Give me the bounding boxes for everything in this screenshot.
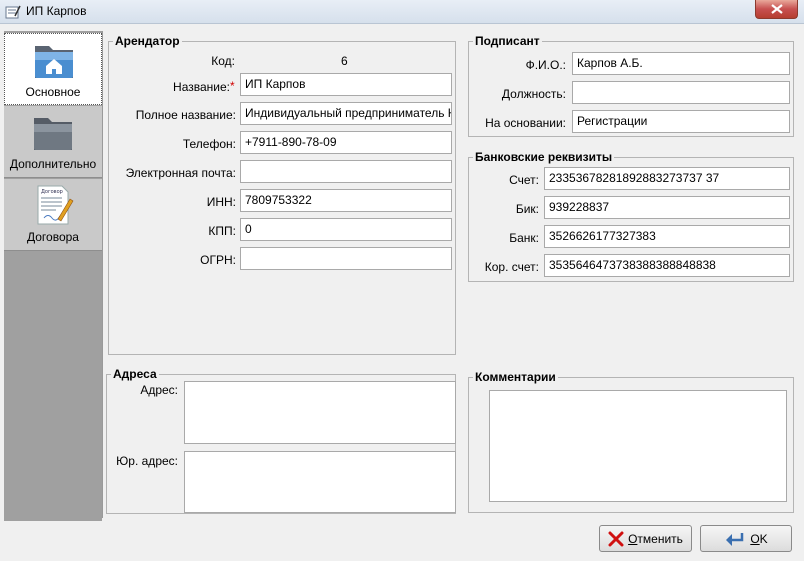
inn-field[interactable]: 7809753322 — [240, 189, 452, 212]
address-label: Адрес: — [140, 383, 178, 397]
nav-item-label: Дополнительно — [9, 157, 97, 171]
signatory-group: Подписант Ф.И.О.: Карпов А.Б. Должность:… — [468, 34, 794, 137]
bik-label: Бик: — [515, 202, 539, 216]
basis-field[interactable]: Регистрации — [572, 110, 790, 133]
phone-label: Телефон: — [182, 137, 236, 151]
name-field[interactable]: ИП Карпов — [240, 73, 452, 96]
window-app-icon — [5, 5, 21, 19]
addresses-legend: Адреса — [111, 367, 159, 381]
contract-icon-text: Договор — [41, 189, 63, 195]
comments-textarea[interactable] — [489, 390, 787, 502]
title-bar: ИП Карпов — [0, 0, 804, 24]
email-field[interactable] — [240, 160, 452, 183]
basis-label: На основании: — [485, 116, 566, 130]
ogrn-field[interactable] — [240, 247, 452, 270]
name-label: Название: — [173, 80, 230, 94]
ok-button[interactable]: OK — [700, 525, 792, 552]
cancel-button-label: Отменить — [628, 532, 683, 546]
nav-item-main[interactable]: Основное — [4, 33, 102, 105]
cancel-label-rest: тменить — [637, 531, 683, 546]
bik-field[interactable]: 939228837 — [544, 196, 790, 219]
phone-field[interactable]: +7911-890-78-09 — [240, 131, 452, 154]
corr-account-field[interactable]: 3535646473738388388848838 — [544, 254, 790, 277]
main-pane: Арендатор Код: 6 Название: * ИП Карпов П… — [102, 31, 802, 518]
ok-mnemonic: O — [750, 531, 760, 546]
contract-document-icon: Договор — [37, 185, 74, 225]
nav-item-label: Основное — [25, 85, 81, 99]
window-title: ИП Карпов — [26, 4, 87, 18]
ok-label-rest: K — [759, 531, 768, 546]
ogrn-label: ОГРН: — [200, 253, 236, 267]
account-field[interactable]: 23353678281892883273737 37 — [544, 167, 790, 190]
enter-arrow-icon — [726, 532, 744, 546]
tenant-legend: Арендатор — [113, 34, 182, 48]
code-value: 6 — [341, 54, 348, 68]
full-name-field[interactable]: Индивидуальный предприниматель К — [240, 102, 452, 125]
kpp-field[interactable]: 0 — [240, 218, 452, 241]
comments-group: Комментарии — [468, 370, 794, 513]
bank-name-field[interactable]: 3526626177327383 — [544, 225, 790, 248]
bank-legend: Банковские реквизиты — [473, 150, 615, 164]
address-textarea[interactable] — [184, 381, 456, 444]
left-nav: Основное Дополнительно Договор Договора — [4, 31, 102, 521]
comments-legend: Комментарии — [473, 370, 558, 384]
kpp-label: КПП: — [208, 224, 236, 238]
folder-icon — [34, 118, 72, 150]
corr-account-label: Кор. счет: — [484, 260, 539, 274]
full-name-label: Полное название: — [135, 108, 236, 122]
email-label: Электронная почта: — [125, 166, 236, 180]
close-icon — [770, 4, 783, 14]
home-folder-icon — [35, 46, 73, 78]
inn-label: ИНН: — [206, 195, 236, 209]
account-label: Счет: — [509, 173, 539, 187]
legal-address-label: Юр. адрес: — [116, 454, 178, 468]
signatory-legend: Подписант — [473, 34, 542, 48]
required-mark: * — [230, 79, 235, 93]
bank-name-label: Банк: — [509, 231, 539, 245]
bank-group: Банковские реквизиты Счет: 2335367828189… — [468, 150, 794, 282]
cancel-button[interactable]: Отменить — [599, 525, 692, 552]
position-label: Должность: — [501, 87, 566, 101]
window-close-button[interactable] — [755, 0, 798, 19]
fio-label: Ф.И.О.: — [525, 58, 566, 72]
nav-item-contracts[interactable]: Договор Договора — [4, 179, 102, 251]
nav-item-additional[interactable]: Дополнительно — [4, 106, 102, 178]
addresses-group: Адреса Адрес: Юр. адрес: — [106, 367, 456, 514]
position-field[interactable] — [572, 81, 790, 104]
fio-field[interactable]: Карпов А.Б. — [572, 52, 790, 75]
legal-address-textarea[interactable] — [184, 451, 456, 513]
ok-button-label: OK — [750, 532, 767, 546]
tenant-group: Арендатор Код: 6 Название: * ИП Карпов П… — [108, 34, 456, 355]
nav-item-label: Договора — [27, 230, 79, 244]
code-label: Код: — [211, 54, 235, 68]
cancel-x-icon — [608, 531, 624, 546]
